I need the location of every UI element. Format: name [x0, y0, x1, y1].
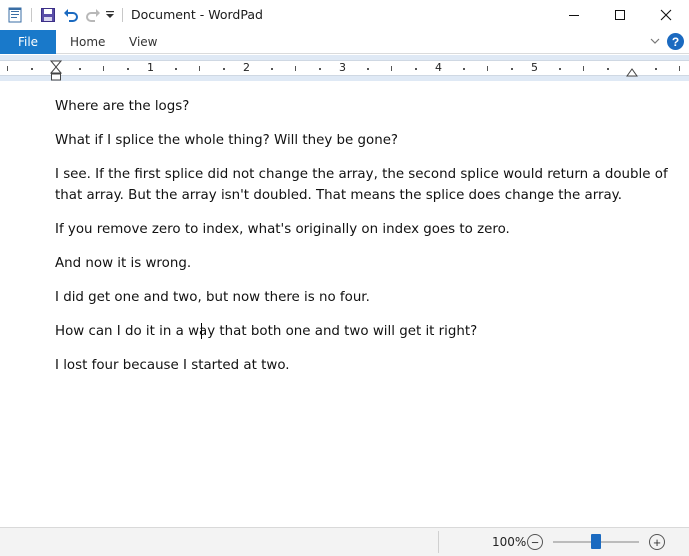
ruler-tick	[583, 66, 584, 71]
ruler-dot	[127, 68, 129, 70]
ruler-dot	[79, 68, 81, 70]
ruler-area: 1 2 3 4 5	[0, 55, 689, 81]
title-divider	[122, 8, 123, 22]
ruler-dot	[367, 68, 369, 70]
paragraph[interactable]: How can I do it in a way that both one a…	[55, 321, 477, 342]
ruler-tick	[487, 66, 488, 71]
status-bar: 100% − +	[0, 527, 689, 556]
help-icon[interactable]: ?	[667, 33, 684, 50]
status-divider	[438, 531, 439, 553]
paragraph-line[interactable]: that array. But the array isn't doubled.…	[55, 185, 622, 206]
zoom-slider-thumb[interactable]	[591, 534, 601, 549]
first-line-indent-marker	[50, 60, 62, 81]
ruler-dot	[655, 68, 657, 70]
ribbon-expand-icon[interactable]	[648, 34, 662, 48]
ruler-tick	[103, 66, 104, 71]
quick-access-divider	[31, 8, 32, 22]
tab-file[interactable]: File	[0, 30, 56, 54]
ruler[interactable]: 1 2 3 4 5	[0, 60, 689, 81]
paragraph[interactable]: And now it is wrong.	[55, 253, 191, 274]
ruler-number: 1	[147, 61, 154, 74]
right-indent-marker	[626, 68, 638, 77]
ruler-dot	[559, 68, 561, 70]
ruler-dot	[319, 68, 321, 70]
ruler-dot	[607, 68, 609, 70]
save-icon[interactable]	[39, 6, 57, 24]
title-bar: Document - WordPad	[0, 0, 689, 30]
document-area[interactable]: Where are the logs? What if I splice the…	[0, 81, 689, 527]
maximize-icon	[615, 10, 625, 20]
zoom-out-button[interactable]: −	[527, 534, 543, 550]
ribbon-tab-row: File Home View ?	[0, 30, 689, 54]
paragraph[interactable]: If you remove zero to index, what's orig…	[55, 219, 510, 240]
paragraph[interactable]: I lost four because I started at two.	[55, 355, 290, 376]
minimize-icon	[569, 15, 579, 16]
wordpad-app-icon[interactable]	[6, 6, 24, 24]
ruler-dot	[511, 68, 513, 70]
paragraph[interactable]: I did get one and two, but now there is …	[55, 287, 370, 308]
ruler-dot	[223, 68, 225, 70]
maximize-button[interactable]	[597, 0, 643, 30]
redo-icon[interactable]	[84, 6, 102, 24]
ruler-number: 3	[339, 61, 346, 74]
ruler-dot	[271, 68, 273, 70]
zoom-level-label: 100%	[492, 535, 527, 549]
text-caret	[201, 323, 202, 339]
close-button[interactable]	[643, 0, 689, 30]
tab-home[interactable]: Home	[70, 30, 105, 54]
ruler-tick	[199, 66, 200, 71]
paragraph[interactable]: Where are the logs?	[55, 96, 189, 117]
tab-view[interactable]: View	[129, 30, 157, 54]
ruler-number: 5	[531, 61, 538, 74]
ruler-dot	[463, 68, 465, 70]
window-title: Document - WordPad	[131, 7, 263, 22]
ruler-tick	[679, 66, 680, 71]
ruler-dot	[31, 68, 33, 70]
zoom-in-button[interactable]: +	[649, 534, 665, 550]
minimize-button[interactable]	[551, 0, 597, 30]
paragraph-line[interactable]: I see. If the first splice did not chang…	[55, 164, 668, 185]
ruler-tick	[391, 66, 392, 71]
customize-dropdown-icon[interactable]	[103, 6, 117, 24]
undo-icon[interactable]	[62, 6, 80, 24]
ruler-dot	[415, 68, 417, 70]
ruler-tick	[7, 66, 8, 71]
ruler-number: 4	[435, 61, 442, 74]
paragraph[interactable]: What if I splice the whole thing? Will t…	[55, 130, 398, 151]
ruler-tick	[295, 66, 296, 71]
ruler-number: 2	[243, 61, 250, 74]
ruler-dot	[175, 68, 177, 70]
close-icon	[660, 9, 672, 21]
